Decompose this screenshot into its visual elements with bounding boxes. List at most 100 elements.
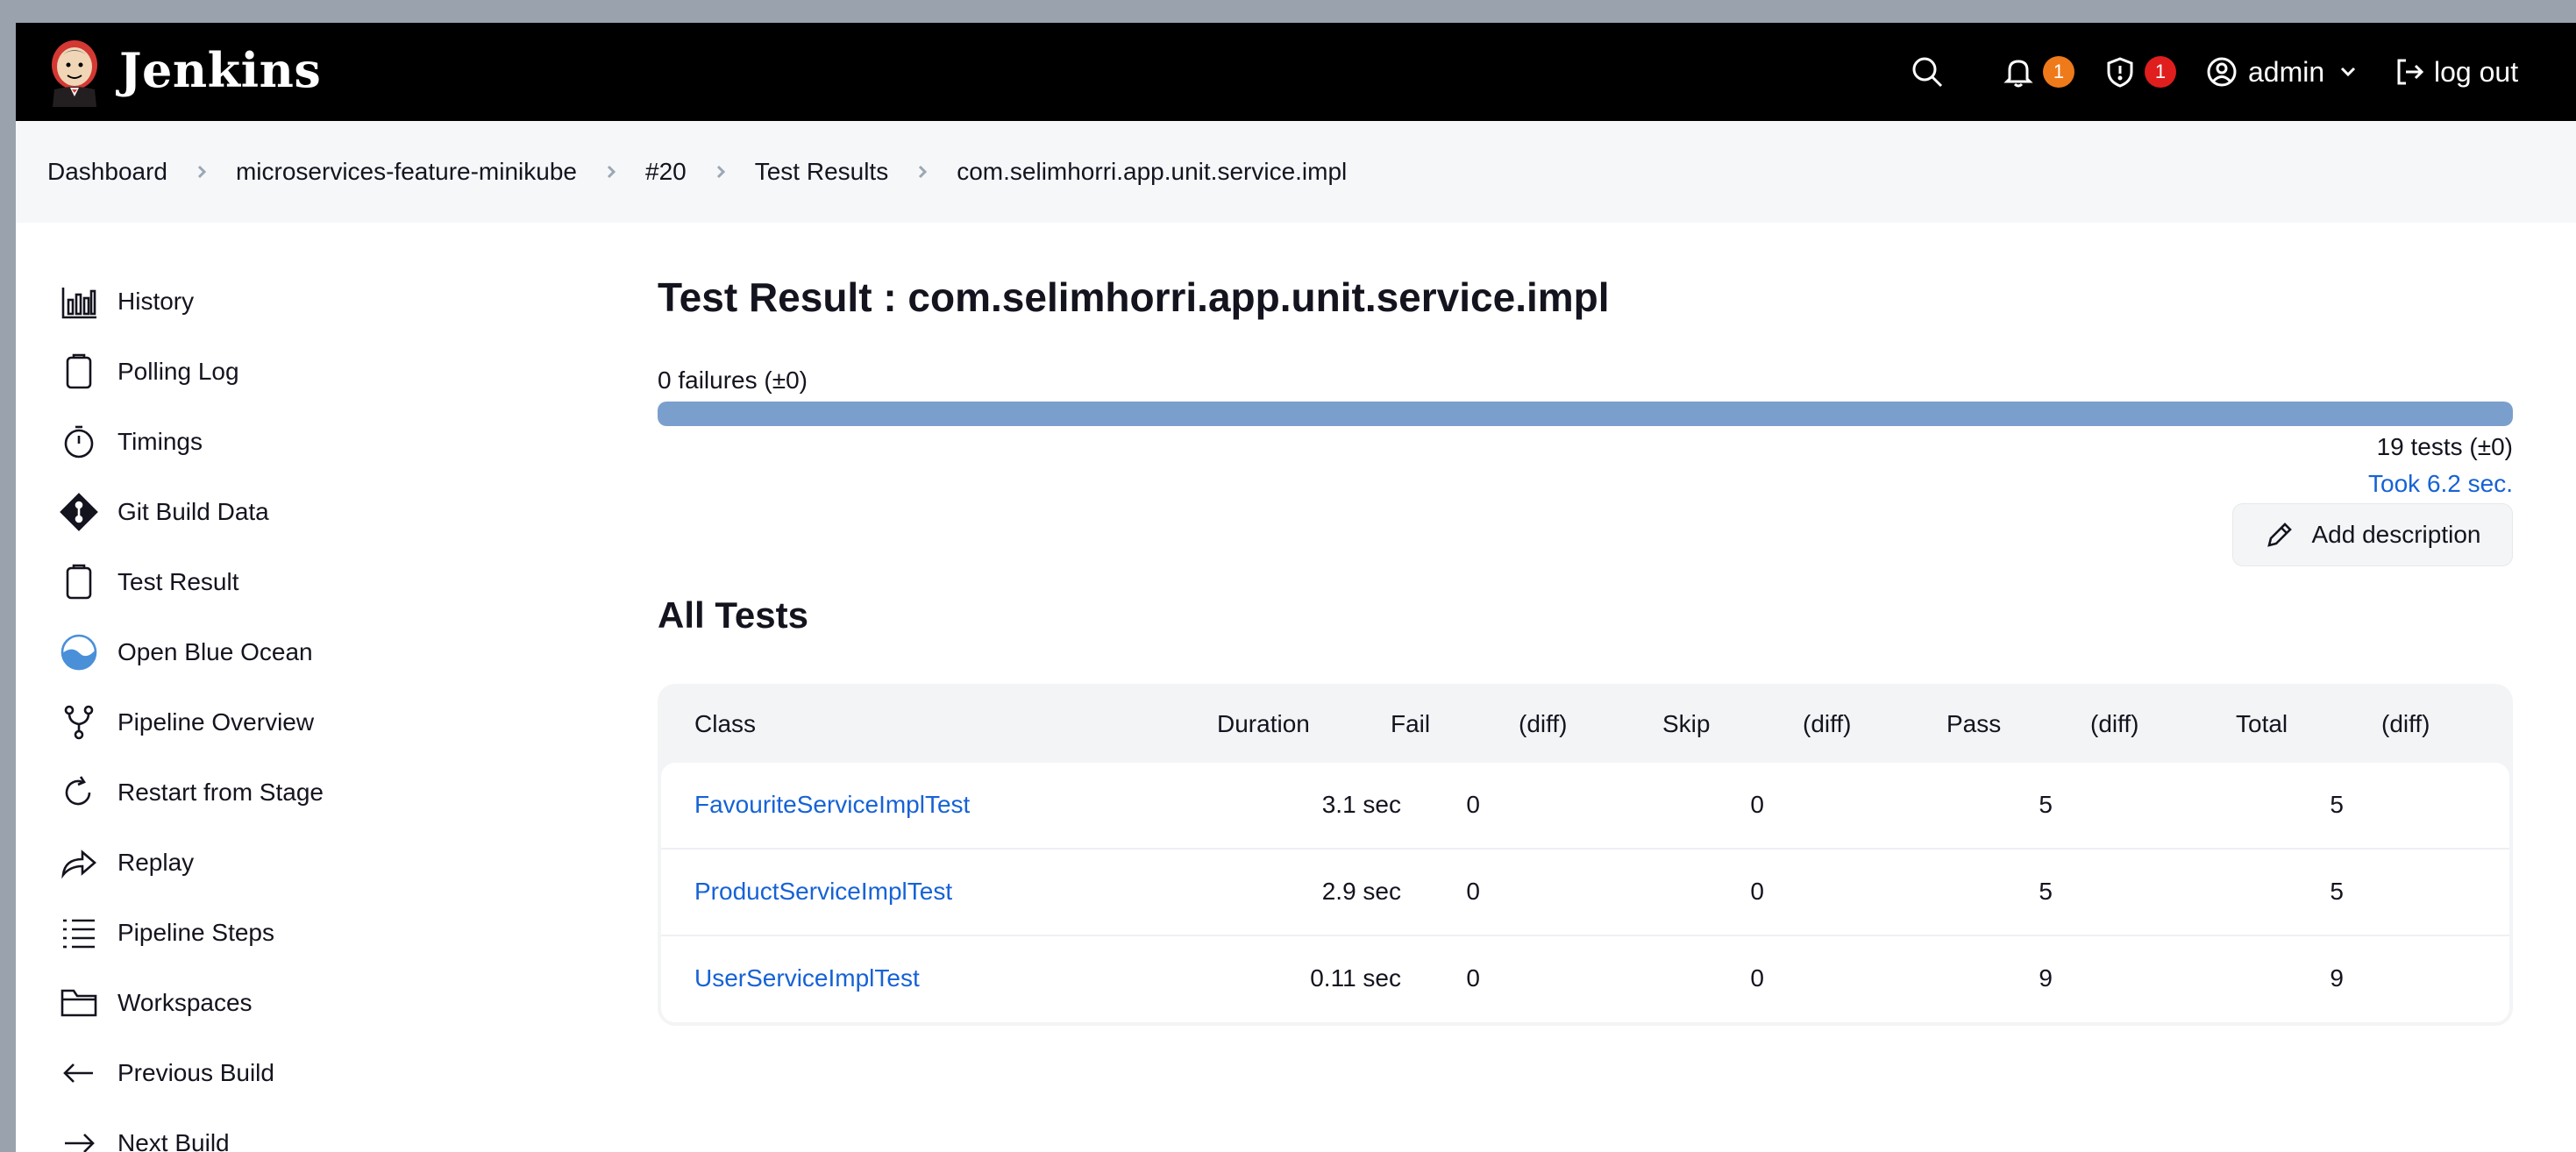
sidebar-item-label: Git Build Data <box>117 498 269 525</box>
branch-icon <box>60 703 98 742</box>
restart-icon <box>60 773 98 812</box>
stopwatch-icon <box>60 423 98 461</box>
notifications-button[interactable]: 1 <box>2001 49 2074 95</box>
test-progress-bar <box>658 402 2513 426</box>
user-menu[interactable]: admin <box>2204 49 2361 95</box>
sidebar-item-polling-log[interactable]: Polling Log <box>60 337 586 407</box>
total-cell: 9 <box>2330 964 2344 992</box>
top-header: Jenkins 1 1 admin log out <box>16 23 2576 121</box>
test-progress-fill <box>658 402 2513 426</box>
security-button[interactable]: 1 <box>2103 49 2176 95</box>
sidebar-item-label: Previous Build <box>117 1059 274 1086</box>
total-cell: 5 <box>2330 878 2344 905</box>
table-row: FavouriteServiceImplTest 3.1 sec 0 0 5 5 <box>661 763 2509 850</box>
pass-cell: 9 <box>2039 964 2053 992</box>
col-fail[interactable]: Fail <box>1391 710 1430 738</box>
chevron-right-icon <box>907 157 937 187</box>
duration-cell: 3.1 sec <box>1321 791 1401 818</box>
sidebar-item-label: Timings <box>117 428 203 455</box>
sidebar-item-label: Next Build <box>117 1129 230 1152</box>
shield-icon <box>2107 57 2133 88</box>
jenkins-logo-icon[interactable] <box>46 35 103 107</box>
sidebar-item-git-build-data[interactable]: Git Build Data <box>60 477 586 547</box>
col-pass-diff[interactable]: (diff) <box>2090 710 2139 738</box>
add-description-button[interactable]: Add description <box>2232 503 2513 566</box>
chevron-down-icon <box>2341 67 2356 77</box>
sidebar-item-replay[interactable]: Replay <box>60 828 586 898</box>
sidebar-item-label: Open Blue Ocean <box>117 638 313 665</box>
class-link[interactable]: FavouriteServiceImplTest <box>694 791 970 819</box>
col-skip[interactable]: Skip <box>1662 710 1710 738</box>
col-class[interactable]: Class <box>694 710 756 738</box>
chevron-right-icon <box>706 157 736 187</box>
table-body: FavouriteServiceImplTest 3.1 sec 0 0 5 5… <box>661 763 2509 1022</box>
logout-icon <box>2397 59 2424 85</box>
logout-button[interactable]: log out <box>2392 49 2518 95</box>
sidebar-item-label: Restart from Stage <box>117 779 324 806</box>
breadcrumb-dashboard[interactable]: Dashboard <box>47 158 167 186</box>
breadcrumb-package[interactable]: com.selimhorri.app.unit.service.impl <box>957 158 1347 186</box>
sidebar-item-history[interactable]: History <box>60 267 586 337</box>
skip-cell: 0 <box>1750 791 1764 818</box>
sidebar-item-label: Pipeline Steps <box>117 919 275 946</box>
breadcrumb-build[interactable]: #20 <box>645 158 687 186</box>
notifications-badge: 1 <box>2043 56 2074 88</box>
fail-cell: 0 <box>1466 964 1480 992</box>
table-header: Class Duration Fail (diff) Skip (diff) P… <box>661 687 2509 763</box>
browser-window: Jenkins 1 1 admin log out Dashboard micr… <box>16 23 2576 1152</box>
pass-cell: 5 <box>2039 878 2053 905</box>
breadcrumb-job[interactable]: microservices-feature-minikube <box>236 158 577 186</box>
add-description-label: Add description <box>2311 521 2481 548</box>
class-link[interactable]: UserServiceImplTest <box>694 964 920 992</box>
sidebar-item-next-build[interactable]: Next Build <box>60 1108 586 1152</box>
clipboard-icon <box>60 352 98 391</box>
fail-cell: 0 <box>1466 878 1480 905</box>
sidebar-item-pipeline-overview[interactable]: Pipeline Overview <box>60 687 586 757</box>
pencil-icon <box>2267 523 2293 547</box>
list-icon <box>60 914 98 952</box>
security-badge: 1 <box>2145 56 2176 88</box>
git-icon <box>60 493 98 531</box>
search-icon <box>1912 57 1943 88</box>
replay-icon <box>60 843 98 882</box>
sidebar-item-timings[interactable]: Timings <box>60 407 586 477</box>
username: admin <box>2248 55 2325 88</box>
arrow-right-icon <box>60 1124 98 1152</box>
sidebar-item-test-result[interactable]: Test Result <box>60 547 586 617</box>
sidebar-item-workspaces[interactable]: Workspaces <box>60 968 586 1038</box>
bell-icon <box>2003 60 2033 88</box>
col-pass[interactable]: Pass <box>1946 710 2001 738</box>
bar-chart-icon <box>60 282 98 321</box>
sidebar-item-label: Pipeline Overview <box>117 708 315 736</box>
blue-ocean-icon <box>60 633 98 672</box>
sidebar-item-pipeline-steps[interactable]: Pipeline Steps <box>60 898 586 968</box>
col-fail-diff[interactable]: (diff) <box>1519 710 1568 738</box>
duration-cell: 0.11 sec <box>1310 964 1401 992</box>
brand-name[interactable]: Jenkins <box>119 42 321 98</box>
sidebar-item-restart-from-stage[interactable]: Restart from Stage <box>60 757 586 828</box>
search-button[interactable] <box>1910 49 1945 95</box>
tests-count: 19 tests (±0) <box>2376 433 2513 460</box>
class-link[interactable]: ProductServiceImplTest <box>694 878 952 906</box>
sidebar-item-previous-build[interactable]: Previous Build <box>60 1038 586 1108</box>
sidebar-item-label: Polling Log <box>117 358 239 385</box>
chevron-right-icon <box>187 157 217 187</box>
col-duration[interactable]: Duration <box>1217 710 1310 738</box>
sidebar-item-label: Workspaces <box>117 989 253 1016</box>
total-cell: 5 <box>2330 791 2344 818</box>
col-total-diff[interactable]: (diff) <box>2381 710 2430 738</box>
table-row: UserServiceImplTest 0.11 sec 0 0 9 9 <box>661 936 2509 1023</box>
page-title: Test Result : com.selimhorri.app.unit.se… <box>658 274 1610 320</box>
breadcrumb-test-results[interactable]: Test Results <box>755 158 889 186</box>
pass-cell: 5 <box>2039 791 2053 818</box>
tests-table: Class Duration Fail (diff) Skip (diff) P… <box>658 684 2513 1026</box>
skip-cell: 0 <box>1750 878 1764 905</box>
sidebar-item-open-blue-ocean[interactable]: Open Blue Ocean <box>60 617 586 687</box>
duration-link[interactable]: Took 6.2 sec. <box>2368 470 2513 498</box>
col-skip-diff[interactable]: (diff) <box>1803 710 1852 738</box>
failures-summary: 0 failures (±0) <box>658 366 808 394</box>
table-row: ProductServiceImplTest 2.9 sec 0 0 5 5 <box>661 850 2509 936</box>
col-total[interactable]: Total <box>2236 710 2288 738</box>
clipboard-icon <box>60 563 98 601</box>
sidebar-item-label: History <box>117 288 195 315</box>
